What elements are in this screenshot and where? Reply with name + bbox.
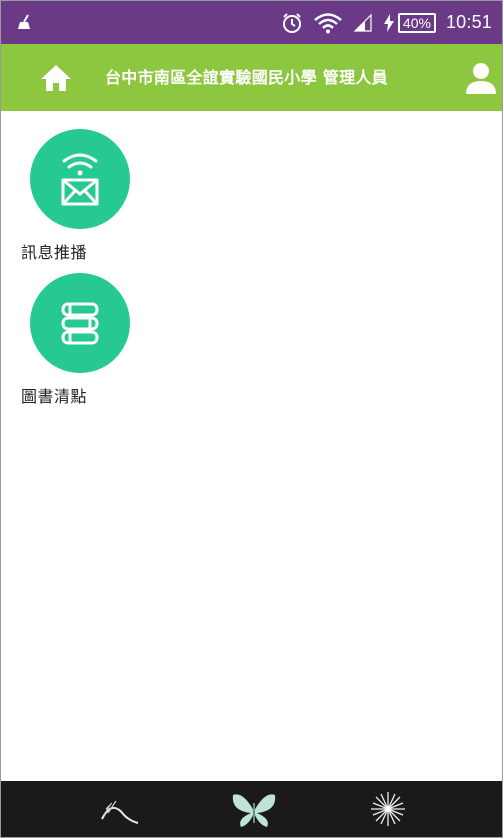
status-icons: 40% 10:51: [281, 1, 492, 44]
user-icon[interactable]: [463, 60, 499, 96]
library-inventory-label: 圖書清點: [21, 387, 88, 406]
status-bar: 40% 10:51: [1, 1, 502, 44]
wifi-icon: [314, 12, 342, 33]
butterfly-icon[interactable]: [229, 789, 279, 829]
book-stack-icon: [61, 302, 99, 345]
message-push-circle[interactable]: [30, 129, 130, 229]
app-bar: 台中市南區全誼實驗國民小學 管理人員: [1, 44, 502, 111]
message-push-button[interactable]: 訊息推播: [21, 129, 139, 263]
bottom-nav: [1, 781, 502, 837]
charging-bolt-icon: [383, 13, 394, 32]
library-inventory-button[interactable]: 圖書清點: [21, 273, 139, 407]
cleaner-notification-icon: [18, 14, 30, 29]
clock: 10:51: [445, 12, 492, 32]
dandelion-seed-icon[interactable]: [94, 789, 144, 829]
dandelion-icon[interactable]: [363, 789, 413, 829]
wifi-mail-icon: [61, 153, 99, 206]
page-title: 台中市南區全誼實驗國民小學 管理人員: [105, 68, 388, 87]
library-inventory-circle[interactable]: [30, 273, 130, 373]
message-push-label: 訊息推播: [21, 243, 88, 262]
app-frame: 40% 10:51 台中市南區全誼實驗國民小學 管理人員 訊息推播 圖書清點: [0, 0, 503, 838]
battery-indicator: 40%: [383, 12, 436, 33]
alarm-icon: [282, 12, 301, 33]
home-icon[interactable]: [39, 61, 73, 95]
battery-percent: 40%: [397, 12, 436, 33]
signal-icon: [353, 13, 372, 32]
